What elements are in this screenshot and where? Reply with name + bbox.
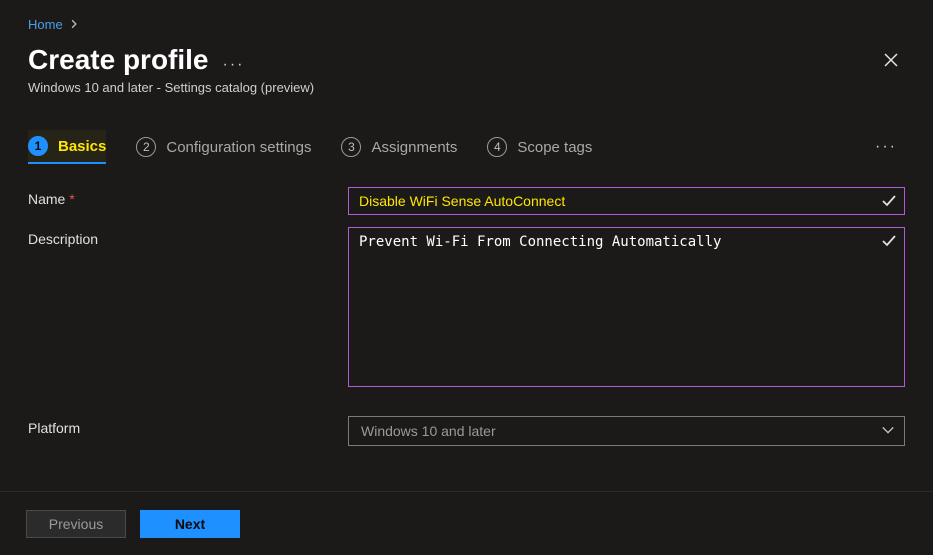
tab-scope-tags[interactable]: 4 Scope tags — [487, 131, 592, 163]
label-text: Name — [28, 191, 65, 207]
name-input[interactable] — [348, 187, 905, 215]
page-subtitle: Windows 10 and later - Settings catalog … — [28, 80, 905, 95]
description-label: Description — [28, 227, 348, 247]
name-label: Name* — [28, 187, 348, 207]
breadcrumb: Home — [28, 12, 905, 36]
breadcrumb-home-link[interactable]: Home — [28, 17, 63, 32]
check-icon — [881, 193, 897, 209]
tab-basics[interactable]: 1 Basics — [28, 130, 106, 164]
required-asterisk: * — [69, 191, 74, 207]
form-row-name: Name* — [28, 187, 905, 215]
tabs-more-button[interactable]: ··· — [867, 134, 905, 160]
tab-step-number: 2 — [136, 137, 156, 157]
description-input[interactable] — [348, 227, 905, 387]
tab-configuration-settings[interactable]: 2 Configuration settings — [136, 131, 311, 163]
tab-step-number: 4 — [487, 137, 507, 157]
page-root: Home Create profile ··· Windows 10 and l… — [0, 0, 933, 555]
next-button[interactable]: Next — [140, 510, 240, 538]
chevron-right-icon — [69, 19, 79, 29]
form-row-platform: Platform Windows 10 and later — [28, 416, 905, 446]
tab-label: Assignments — [371, 139, 457, 156]
platform-label: Platform — [28, 416, 348, 436]
tab-step-number: 3 — [341, 137, 361, 157]
form-row-description: Description — [28, 227, 905, 392]
platform-value: Windows 10 and later — [361, 423, 496, 439]
check-icon — [881, 233, 897, 249]
form-area: Name* Description Platform Wi — [28, 187, 905, 446]
tab-step-number: 1 — [28, 136, 48, 156]
footer: Previous Next — [0, 491, 933, 555]
name-field-wrap — [348, 187, 905, 215]
tab-label: Basics — [58, 138, 106, 155]
description-field-wrap — [348, 227, 905, 392]
platform-select[interactable]: Windows 10 and later — [348, 416, 905, 446]
wizard-tabs: 1 Basics 2 Configuration settings 3 Assi… — [28, 129, 905, 165]
page-title: Create profile — [28, 44, 209, 76]
previous-button[interactable]: Previous — [26, 510, 126, 538]
chevron-down-icon — [881, 423, 895, 437]
title-more-button[interactable]: ··· — [223, 56, 245, 74]
close-icon[interactable] — [877, 46, 905, 74]
tab-assignments[interactable]: 3 Assignments — [341, 131, 457, 163]
tab-label: Scope tags — [517, 139, 592, 156]
header: Create profile ··· — [28, 44, 905, 76]
title-wrap: Create profile ··· — [28, 44, 244, 76]
tab-label: Configuration settings — [166, 139, 311, 156]
platform-field-wrap: Windows 10 and later — [348, 416, 905, 446]
